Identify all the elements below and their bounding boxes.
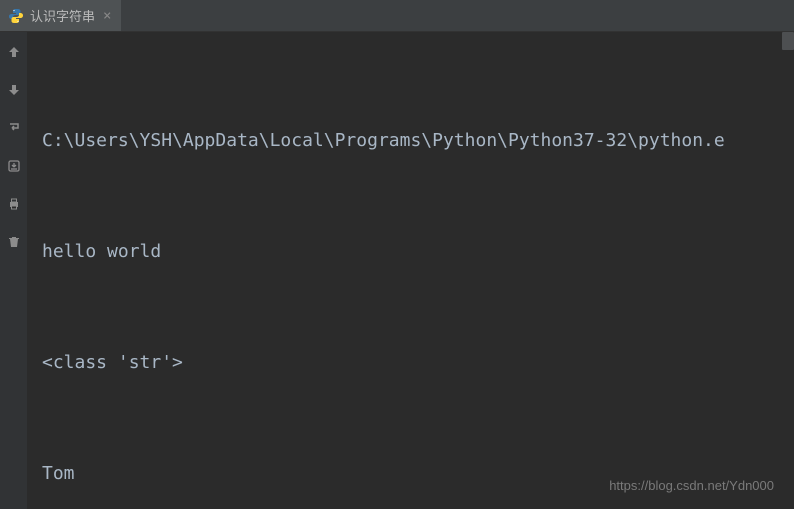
arrow-step-icon[interactable] bbox=[6, 82, 22, 98]
scrollbar-thumb[interactable] bbox=[782, 32, 794, 50]
print-icon[interactable] bbox=[6, 196, 22, 212]
console-output: C:\Users\YSH\AppData\Local\Programs\Pyth… bbox=[28, 32, 794, 509]
console-line: hello world bbox=[42, 233, 784, 270]
console-line: C:\Users\YSH\AppData\Local\Programs\Pyth… bbox=[42, 122, 784, 159]
arrow-up-icon[interactable] bbox=[6, 44, 22, 60]
close-icon[interactable]: × bbox=[101, 8, 113, 24]
download-icon[interactable] bbox=[6, 158, 22, 174]
trash-icon[interactable] bbox=[6, 234, 22, 250]
tab-console[interactable]: 认识字符串 × bbox=[0, 0, 121, 31]
python-file-icon bbox=[8, 8, 24, 24]
main-area: C:\Users\YSH\AppData\Local\Programs\Pyth… bbox=[0, 32, 794, 509]
console-line: <class 'str'> bbox=[42, 344, 784, 381]
tab-bar: 认识字符串 × bbox=[0, 0, 794, 32]
tab-title: 认识字符串 bbox=[30, 6, 95, 25]
gutter bbox=[0, 32, 28, 509]
arrow-return-icon[interactable] bbox=[6, 120, 22, 136]
watermark: https://blog.csdn.net/Ydn000 bbox=[609, 478, 774, 493]
